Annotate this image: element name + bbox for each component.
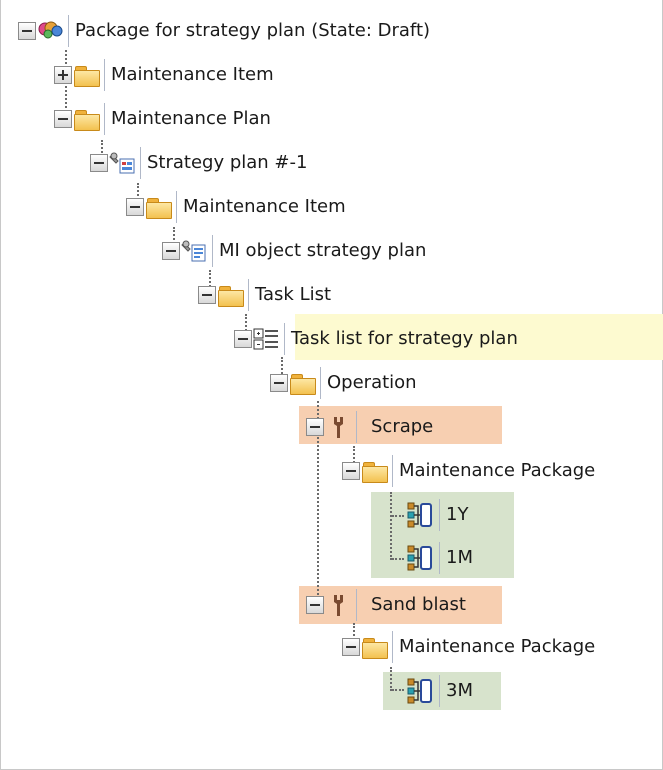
folder-icon bbox=[73, 63, 100, 87]
node-label: Package for strategy plan (State: Draft) bbox=[75, 20, 431, 41]
collapse-toggle[interactable] bbox=[306, 418, 324, 436]
node-label: Sand blast bbox=[371, 594, 466, 615]
tree-view[interactable]: Package for strategy plan (State: Draft)… bbox=[0, 0, 663, 770]
collapse-toggle[interactable] bbox=[306, 596, 324, 614]
tree-node-strategy-plan[interactable]: Strategy plan #-1 bbox=[90, 145, 307, 181]
folder-icon bbox=[73, 107, 100, 131]
node-label: Maintenance Package bbox=[399, 460, 596, 481]
folder-icon bbox=[361, 459, 388, 483]
collapse-toggle[interactable] bbox=[18, 22, 36, 40]
maintenance-item-icon bbox=[181, 239, 208, 263]
collapse-toggle[interactable] bbox=[54, 110, 72, 128]
collapse-toggle[interactable] bbox=[342, 462, 360, 480]
expand-toggle[interactable] bbox=[54, 66, 72, 84]
tree-node-maintenance-package[interactable]: Maintenance Package bbox=[342, 453, 595, 489]
tree-node-task-list[interactable]: Task list for strategy plan bbox=[234, 321, 518, 357]
collapse-toggle[interactable] bbox=[162, 242, 180, 260]
task-list-icon bbox=[253, 327, 280, 351]
wrench-icon bbox=[325, 415, 352, 439]
strategy-plan-icon bbox=[109, 151, 136, 175]
folder-icon bbox=[217, 283, 244, 307]
collapse-toggle[interactable] bbox=[198, 286, 216, 304]
tree-node-package-3m[interactable]: 3M bbox=[405, 673, 473, 709]
node-label: Operation bbox=[327, 372, 417, 393]
collapse-toggle[interactable] bbox=[342, 638, 360, 656]
node-label: Task list for strategy plan bbox=[291, 328, 518, 349]
tree-node-package-1y[interactable]: 1Y bbox=[405, 497, 468, 533]
collapse-toggle[interactable] bbox=[90, 154, 108, 172]
folder-icon bbox=[361, 635, 388, 659]
package-connector-icon bbox=[405, 543, 435, 573]
node-label: 3M bbox=[446, 680, 473, 701]
tree-node-task-list-folder[interactable]: Task List bbox=[198, 277, 331, 313]
node-label: Task List bbox=[255, 284, 332, 305]
node-label: Scrape bbox=[371, 416, 434, 437]
tree-node-scrape[interactable]: Scrape bbox=[306, 409, 433, 445]
node-label: Maintenance Item bbox=[111, 64, 274, 85]
node-label: Maintenance Package bbox=[399, 636, 596, 657]
package-connector-icon bbox=[405, 500, 435, 530]
wrench-icon bbox=[325, 593, 352, 617]
node-label: Maintenance Plan bbox=[111, 108, 271, 129]
tree-node-maintenance-plan[interactable]: Maintenance Plan bbox=[54, 101, 271, 137]
node-label: Maintenance Item bbox=[183, 196, 346, 217]
folder-icon bbox=[289, 371, 316, 395]
package-icon bbox=[37, 19, 64, 43]
node-label: Strategy plan #-1 bbox=[147, 152, 308, 173]
tree-node-mi-object[interactable]: MI object strategy plan bbox=[162, 233, 426, 269]
tree-node-operation[interactable]: Operation bbox=[270, 365, 417, 401]
collapse-toggle[interactable] bbox=[270, 374, 288, 392]
node-label: MI object strategy plan bbox=[219, 240, 427, 261]
collapse-toggle[interactable] bbox=[234, 330, 252, 348]
collapse-toggle[interactable] bbox=[126, 198, 144, 216]
tree-node-maintenance-package[interactable]: Maintenance Package bbox=[342, 629, 595, 665]
tree-node-package-1m[interactable]: 1M bbox=[405, 540, 473, 576]
package-connector-icon bbox=[405, 676, 435, 706]
folder-icon bbox=[145, 195, 172, 219]
tree-node-maintenance-item[interactable]: Maintenance Item bbox=[126, 189, 346, 225]
node-label: 1M bbox=[446, 547, 473, 568]
node-label: 1Y bbox=[446, 504, 469, 525]
tree-node-maintenance-item-top[interactable]: Maintenance Item bbox=[54, 57, 274, 93]
tree-node-sand-blast[interactable]: Sand blast bbox=[306, 587, 466, 623]
tree-node-root[interactable]: Package for strategy plan (State: Draft) bbox=[18, 13, 430, 49]
